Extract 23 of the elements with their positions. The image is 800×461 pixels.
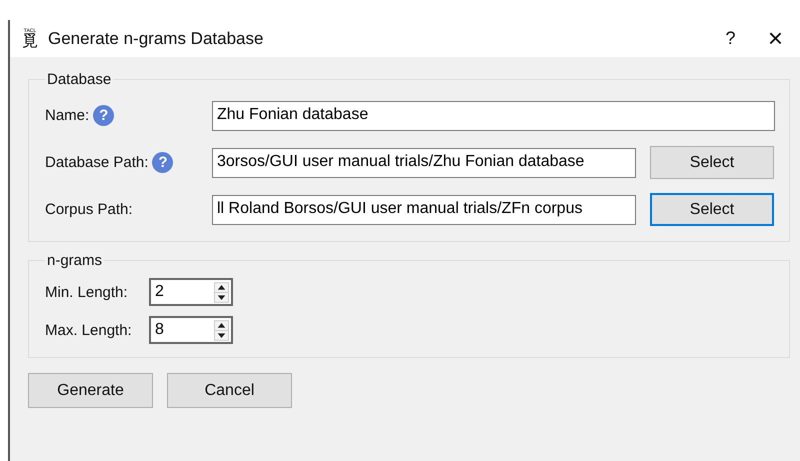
window-title: Generate n-grams Database (48, 28, 264, 48)
field-label: Max. Length: (45, 322, 133, 338)
field-label: Name: (45, 107, 90, 124)
help-badge[interactable]: ? (93, 105, 114, 126)
number-spinner[interactable]: 8 (149, 316, 233, 344)
spinner-arrows-icon[interactable] (214, 282, 229, 302)
group-legend: Database (45, 71, 114, 88)
group-legend: n-grams (45, 252, 104, 269)
dialog-button[interactable]: Generate (28, 373, 153, 408)
help-badge[interactable]: ? (152, 152, 174, 173)
field-label: Database Path: (45, 154, 148, 171)
field-label: Corpus Path: (45, 201, 133, 218)
text-field[interactable]: Zhu Fonian database (212, 100, 775, 130)
help-button[interactable]: ? (708, 20, 753, 57)
select-button[interactable]: Select (650, 146, 774, 179)
close-button[interactable]: × (753, 20, 798, 57)
select-button[interactable]: Select (650, 193, 774, 226)
text-field[interactable]: 3orsos/GUI user manual trials/Zhu Fonian database (212, 148, 636, 178)
dialog-button[interactable]: Cancel (167, 373, 292, 408)
number-spinner[interactable]: 2 (149, 278, 233, 306)
text-field[interactable]: ll Roland Borsos/GUI user manual trials/ZFn corpus (212, 194, 636, 224)
spinner-arrows-icon[interactable] (214, 320, 229, 340)
field-label: Min. Length: (45, 284, 129, 300)
